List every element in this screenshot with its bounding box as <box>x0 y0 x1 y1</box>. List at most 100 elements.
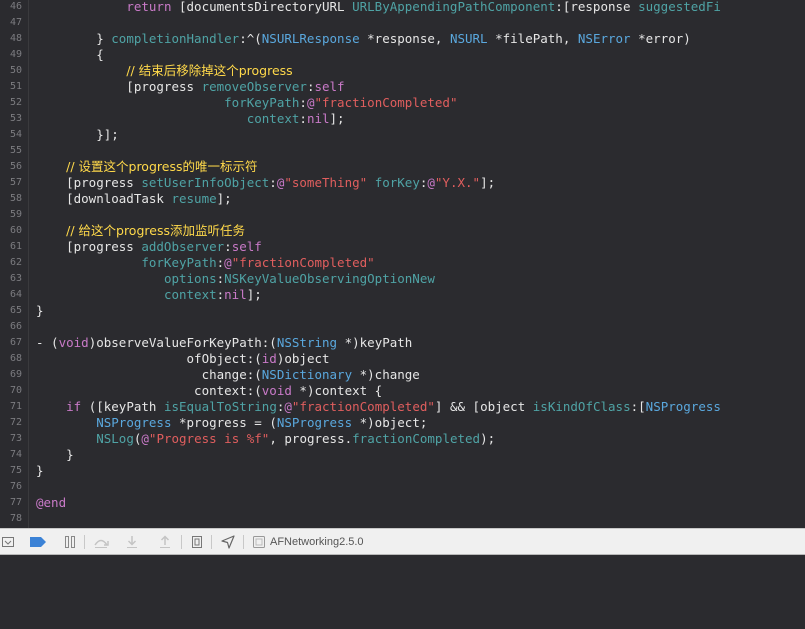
line-number[interactable]: 51 <box>0 79 22 95</box>
line-number[interactable]: 68 <box>0 351 22 367</box>
code-line[interactable]: // 给这个progress添加监听任务 <box>36 223 245 239</box>
line-number[interactable]: 46 <box>0 0 22 15</box>
code-line[interactable]: // 结束后移除掉这个progress <box>36 63 293 79</box>
line-number[interactable]: 61 <box>0 239 22 255</box>
line-number[interactable]: 78 <box>0 511 22 527</box>
hide-debug-area-icon[interactable] <box>1 534 15 550</box>
line-number[interactable]: 63 <box>0 271 22 287</box>
line-number[interactable]: 48 <box>0 31 22 47</box>
line-number[interactable]: 65 <box>0 303 22 319</box>
code-token: void <box>58 335 89 350</box>
code-token: @ <box>427 175 435 190</box>
simulate-location-icon[interactable] <box>220 534 236 550</box>
code-line[interactable]: { <box>36 47 104 63</box>
code-line[interactable]: context:nil]; <box>36 111 345 127</box>
code-line[interactable]: if ([keyPath isEqualToString:@"fractionC… <box>36 399 721 415</box>
line-number[interactable]: 66 <box>0 319 22 335</box>
code-token: [progress <box>36 79 202 94</box>
code-line[interactable]: options:NSKeyValueObservingOptionNew <box>36 271 435 287</box>
line-number[interactable]: 52 <box>0 95 22 111</box>
code-token: removeObserver <box>201 79 307 94</box>
line-number[interactable]: 50 <box>0 63 22 79</box>
line-number[interactable]: 77 <box>0 495 22 511</box>
line-number[interactable]: 55 <box>0 143 22 159</box>
line-number[interactable]: 59 <box>0 207 22 223</box>
code-line[interactable]: forKeyPath:@"fractionCompleted" <box>36 255 374 271</box>
line-number[interactable]: 75 <box>0 463 22 479</box>
code-line[interactable]: NSProgress *progress = (NSProgress *)obj… <box>36 415 427 431</box>
code-token: ] && [object <box>434 399 533 414</box>
code-line[interactable]: change:(NSDictionary *)change <box>36 367 420 383</box>
code-line[interactable]: return [documentsDirectoryURL URLByAppen… <box>36 0 721 15</box>
code-token: NSLog <box>96 431 134 446</box>
code-line[interactable]: }]; <box>36 127 119 143</box>
pause-continue-icon[interactable] <box>62 534 78 550</box>
code-token: }]; <box>36 127 119 142</box>
code-line[interactable]: } <box>36 447 74 463</box>
code-line[interactable]: [progress setUserInfoObject: @ "someThing"… <box>36 175 495 191</box>
code-token: "fractionCompleted" <box>314 95 458 110</box>
code-token: context <box>163 287 217 302</box>
line-number[interactable]: 54 <box>0 127 22 143</box>
debug-console-area[interactable] <box>0 555 805 629</box>
line-number[interactable]: 57 <box>0 175 22 191</box>
code-token: ); <box>480 431 496 446</box>
step-over-icon[interactable] <box>93 534 109 550</box>
code-line[interactable]: } completionHandler:^(NSURLResponse *res… <box>36 31 691 47</box>
code-line[interactable]: } <box>36 463 44 479</box>
code-token: :^( <box>239 31 262 46</box>
code-line[interactable]: [progress addObserver:self <box>36 239 262 255</box>
line-number-gutter[interactable]: 46 47 48 49 50 51 52 53 54 55 56 57 58 59 60 61 62 63 64 65… <box>0 0 29 528</box>
code-line[interactable]: forKeyPath:@"fractionCompleted" <box>36 95 457 111</box>
code-line[interactable]: context:nil]; <box>36 287 262 303</box>
line-number[interactable]: 67 <box>0 335 22 351</box>
line-number[interactable]: 64 <box>0 287 22 303</box>
line-number[interactable]: 69 <box>0 367 22 383</box>
code-line[interactable]: context:(void *)context { <box>36 383 382 399</box>
line-number[interactable]: 62 <box>0 255 22 271</box>
scheme-target-icon[interactable] <box>251 534 267 550</box>
line-number[interactable]: 47 <box>0 15 22 31</box>
line-number[interactable]: 74 <box>0 447 22 463</box>
code-line[interactable]: NSLog(@"Progress is %f", progress.fracti… <box>36 431 495 447</box>
scheme-selector[interactable]: AFNetworking2.5.0 <box>270 534 364 550</box>
code-token: change:( <box>36 367 262 382</box>
code-token: NSURL <box>449 31 488 46</box>
code-line[interactable]: } <box>36 303 44 319</box>
code-token: } <box>36 463 44 478</box>
line-number[interactable]: 76 <box>0 479 22 495</box>
line-number[interactable]: 72 <box>0 415 22 431</box>
toolbar-separator <box>211 535 212 549</box>
source-editor[interactable]: 46 47 48 49 50 51 52 53 54 55 56 57 58 59 60 61 62 63 64 65… <box>0 0 805 528</box>
line-number[interactable]: 53 <box>0 111 22 127</box>
code-token: *)object; <box>352 415 428 430</box>
code-token: resume <box>171 191 217 206</box>
code-line[interactable]: ofObject:(id)object <box>36 351 330 367</box>
breakpoints-toggle-icon[interactable] <box>28 534 48 550</box>
line-number[interactable]: 56 <box>0 159 22 175</box>
code-comment: // 结束后移除掉这个progress <box>126 63 293 78</box>
code-comment: // 设置这个progress的唯一标示符 <box>66 159 258 174</box>
code-line[interactable]: // 设置这个progress的唯一标示符 <box>36 159 257 175</box>
line-number[interactable]: 49 <box>0 47 22 63</box>
line-number[interactable]: 73 <box>0 431 22 447</box>
step-out-icon[interactable] <box>157 534 173 550</box>
code-comment: // 给这个progress添加监听任务 <box>66 223 245 238</box>
line-number[interactable]: 58 <box>0 191 22 207</box>
code-line[interactable]: @end <box>36 495 66 511</box>
view-debugging-icon[interactable] <box>189 534 205 550</box>
code-line[interactable]: [downloadTask resume]; <box>36 191 232 207</box>
step-into-icon[interactable] <box>124 534 140 550</box>
line-number[interactable]: 70 <box>0 383 22 399</box>
line-number[interactable]: 60 <box>0 223 22 239</box>
code-line[interactable]: [progress removeObserver:self <box>36 79 344 95</box>
code-line[interactable]: - (void)observeValueForKeyPath:(NSString… <box>36 335 412 351</box>
code-token: ]; <box>216 191 232 206</box>
code-token: [documentsDirectoryURL <box>171 0 353 14</box>
line-number[interactable]: 71 <box>0 399 22 415</box>
code-token: "Y.X." <box>434 175 481 190</box>
